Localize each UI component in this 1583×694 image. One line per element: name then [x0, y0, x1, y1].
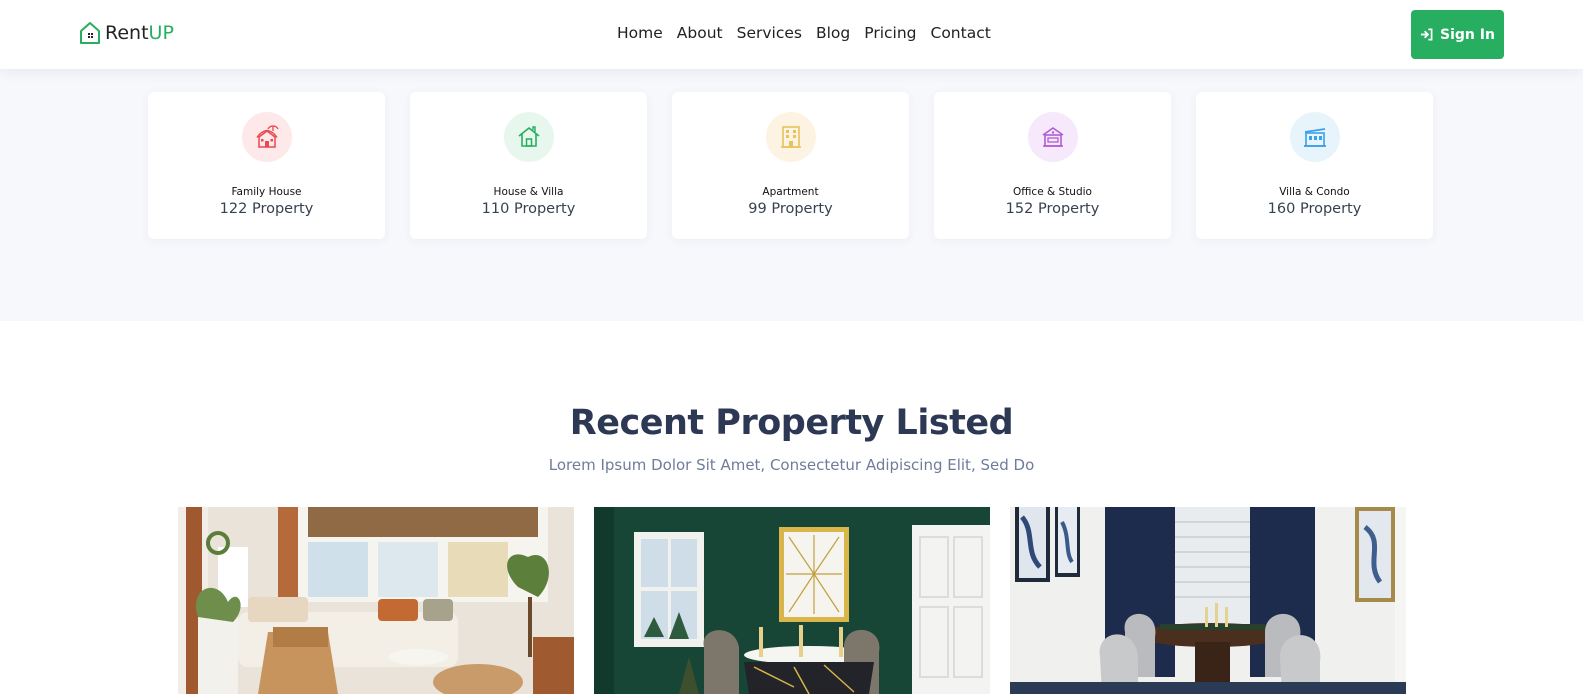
site-header: RentUP Home About Services Blog Pricing … — [0, 0, 1583, 69]
beach-house-icon — [255, 125, 279, 148]
category-count: 99 Property — [748, 201, 833, 217]
category-count: 152 Property — [1005, 201, 1100, 217]
nav-home[interactable]: Home — [617, 24, 663, 42]
category-icon-circle — [241, 112, 292, 162]
listing-card[interactable] — [594, 507, 990, 694]
nav-blog[interactable]: Blog — [816, 24, 850, 42]
green-dining-room-photo — [594, 507, 990, 694]
property-categories: Family House 122 Property House & Villa … — [0, 69, 1583, 321]
category-title: House & Villa — [493, 186, 564, 198]
category-title: Office & Studio — [1013, 186, 1092, 198]
navy-dining-room-photo — [1010, 507, 1406, 694]
category-count: 122 Property — [219, 201, 314, 217]
listing-card[interactable] — [178, 507, 574, 694]
condo-building-icon — [1303, 128, 1326, 147]
living-room-photo — [178, 507, 574, 694]
category-icon-circle — [1027, 112, 1078, 162]
nav-services[interactable]: Services — [737, 24, 802, 42]
house-icon — [518, 126, 539, 147]
category-card-family-house[interactable]: Family House 122 Property — [148, 92, 385, 239]
category-card-apartment[interactable]: Apartment 99 Property — [672, 92, 909, 239]
category-count: 160 Property — [1267, 201, 1362, 217]
section-subtitle: Lorem Ipsum Dolor Sit Amet, Consectetur … — [548, 456, 1035, 474]
office-building-icon — [1042, 127, 1063, 147]
category-count: 110 Property — [481, 201, 576, 217]
category-title: Apartment — [762, 186, 819, 198]
category-icon-circle — [1289, 112, 1340, 162]
sign-in-icon — [1420, 28, 1433, 41]
category-card-villa-condo[interactable]: Villa & Condo 160 Property — [1196, 92, 1433, 239]
main-nav: Home About Services Blog Pricing Contact — [617, 24, 991, 42]
category-card-house-villa[interactable]: House & Villa 110 Property — [410, 92, 647, 239]
category-title: Family House — [231, 186, 302, 198]
category-icon-circle — [765, 112, 816, 162]
nav-pricing[interactable]: Pricing — [864, 24, 916, 42]
brand-name: RentUP — [105, 22, 174, 44]
category-card-office-studio[interactable]: Office & Studio 152 Property — [934, 92, 1171, 239]
apartment-building-icon — [780, 126, 801, 148]
sign-in-label: Sign In — [1440, 26, 1495, 43]
category-icon-circle — [503, 112, 554, 162]
nav-about[interactable]: About — [677, 24, 723, 42]
house-logo-icon — [80, 22, 100, 44]
recent-listings — [178, 507, 1406, 694]
listing-card[interactable] — [1010, 507, 1406, 694]
brand-logo[interactable]: RentUP — [78, 19, 174, 47]
section-title: Recent Property Listed — [569, 403, 1014, 443]
sign-in-button[interactable]: Sign In — [1411, 10, 1504, 59]
nav-contact[interactable]: Contact — [931, 24, 991, 42]
category-title: Villa & Condo — [1279, 186, 1350, 198]
